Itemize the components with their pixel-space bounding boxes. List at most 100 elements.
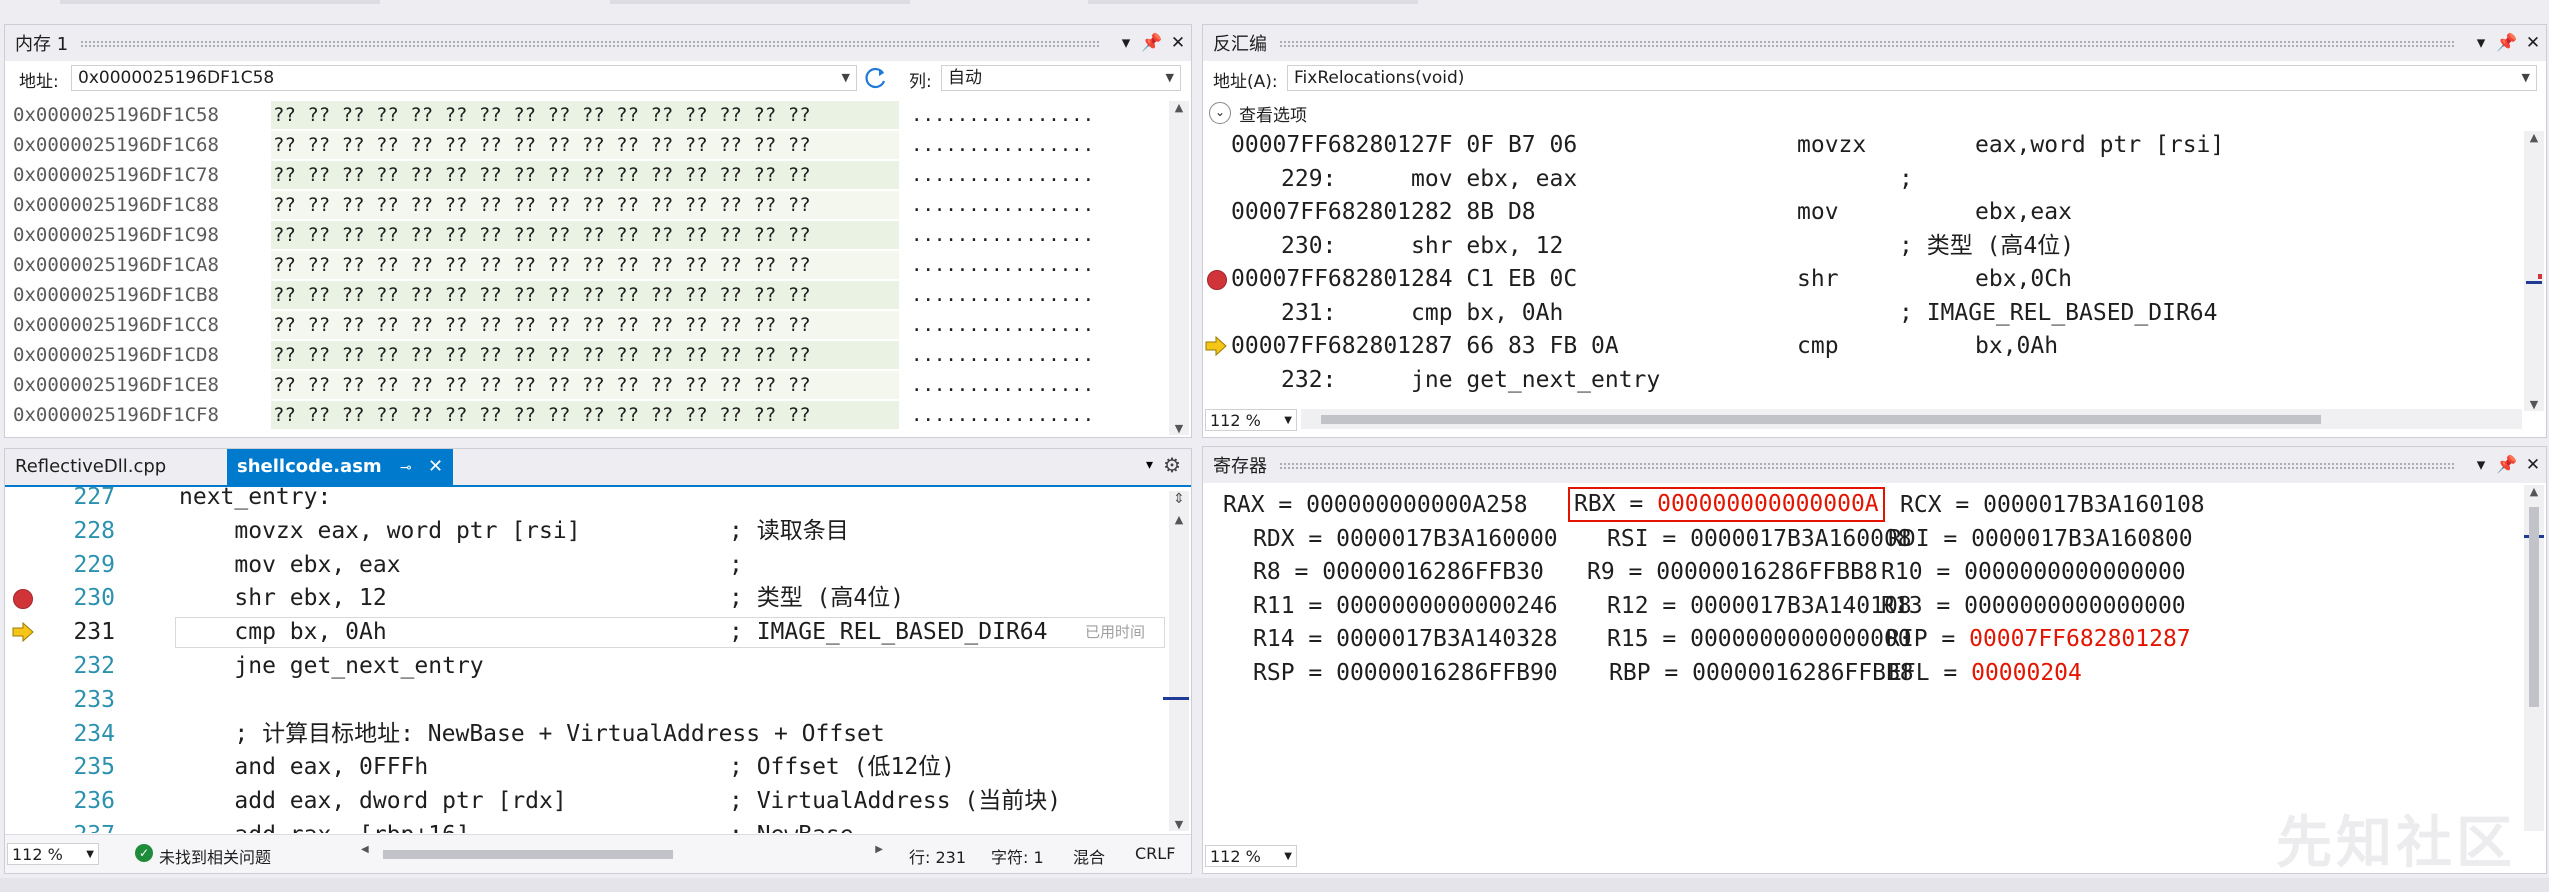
memory-ascii[interactable]: ................ [911, 130, 1094, 160]
register-value[interactable]: 0000017B3A160008 [1690, 526, 1912, 552]
code-text[interactable]: and eax, 0FFFh [179, 751, 428, 784]
register-cell[interactable]: RSP = 00000016286FFB90 [1253, 657, 1558, 690]
eol-indicator[interactable]: CRLF [1135, 844, 1175, 863]
memory-ascii[interactable]: ................ [911, 100, 1094, 130]
memory-ascii[interactable]: ................ [911, 190, 1094, 220]
scroll-right-icon[interactable]: ▶ [875, 844, 883, 855]
issues-status[interactable]: 未找到相关问题 [159, 844, 271, 868]
memory-ascii[interactable]: ................ [911, 400, 1094, 430]
chevron-down-icon[interactable]: ▼ [2522, 66, 2530, 90]
register-value[interactable]: 0000000000000246 [1336, 593, 1558, 619]
register-cell[interactable]: RSI = 0000017B3A160008 [1607, 523, 1912, 556]
hscroll-thumb[interactable] [1321, 415, 2321, 424]
register-value[interactable]: 00000204 [1971, 660, 2082, 686]
code-text[interactable]: jne get_next_entry [179, 650, 483, 683]
scroll-up-icon[interactable]: ▲ [2524, 485, 2544, 498]
close-icon[interactable]: ✕ [1165, 33, 1191, 53]
memory-hex[interactable]: ?? ?? ?? ?? ?? ?? ?? ?? ?? ?? ?? ?? ?? ?… [273, 280, 811, 310]
chevron-down-icon[interactable]: ▾ [2468, 455, 2494, 475]
code-text[interactable]: mov ebx, eax [179, 549, 400, 582]
close-icon[interactable]: ✕ [2520, 455, 2546, 475]
register-cell[interactable]: R10 = 0000000000000000 [1881, 556, 2186, 589]
editor-hscroll[interactable]: ◀ ▶ [361, 844, 883, 864]
scroll-up-icon[interactable]: ▲ [2524, 131, 2544, 144]
scroll-down-icon[interactable]: ▼ [1169, 818, 1189, 831]
register-cell[interactable]: R9 = 00000016286FFBB8 [1587, 556, 1878, 589]
close-icon[interactable]: ✕ [2520, 33, 2546, 53]
register-value[interactable]: 0000017B3A160108 [1983, 492, 2205, 518]
chevron-down-icon[interactable]: ▾ [1146, 457, 1153, 473]
disasm-vscroll[interactable]: ▲ ▼ [2524, 131, 2544, 411]
register-value[interactable]: 0000000000000000 [1964, 593, 2186, 619]
memory-ascii[interactable]: ................ [911, 310, 1094, 340]
memory-hex[interactable]: ?? ?? ?? ?? ?? ?? ?? ?? ?? ?? ?? ?? ?? ?… [273, 100, 811, 130]
pin-icon[interactable]: 📌 [2494, 455, 2520, 475]
register-value[interactable]: 00000016286FFB30 [1322, 559, 1544, 585]
code-text[interactable]: movzx eax, word ptr [rsi] [179, 515, 580, 548]
register-value[interactable]: 00000016286FFBB8 [1656, 559, 1878, 585]
memory-hex[interactable]: ?? ?? ?? ?? ?? ?? ?? ?? ?? ?? ?? ?? ?? ?… [273, 400, 811, 430]
register-cell[interactable]: R15 = 0000000000000000 [1607, 623, 1912, 656]
disasm-address-input[interactable]: FixRelocations(void) ▼ [1287, 65, 2537, 91]
memory-hex[interactable]: ?? ?? ?? ?? ?? ?? ?? ?? ?? ?? ?? ?? ?? ?… [273, 160, 811, 190]
scroll-down-icon[interactable]: ▼ [1169, 422, 1189, 435]
register-value[interactable]: 0000017B3A140328 [1336, 626, 1558, 652]
code-text[interactable]: add eax, dword ptr [rdx] [179, 785, 566, 818]
register-value[interactable]: 0000000000000000 [1964, 559, 2186, 585]
register-value[interactable]: 000000000000A258 [1306, 492, 1528, 518]
scroll-down-icon[interactable]: ▼ [2524, 398, 2544, 411]
toolbar-combo-1[interactable] [60, 0, 380, 4]
scroll-up-icon[interactable]: ▲ [1169, 101, 1189, 114]
register-cell[interactable]: RCX = 0000017B3A160108 [1900, 489, 2205, 522]
pin-icon[interactable]: 📌 [1139, 33, 1165, 53]
register-value[interactable]: 0000017B3A140108 [1690, 593, 1912, 619]
register-cell[interactable]: R14 = 0000017B3A140328 [1253, 623, 1558, 656]
memory-hex[interactable]: ?? ?? ?? ?? ?? ?? ?? ?? ?? ?? ?? ?? ?? ?… [273, 310, 811, 340]
drag-grip[interactable] [80, 39, 1101, 47]
split-icon[interactable]: ⇕ [1169, 491, 1189, 507]
register-value[interactable]: 000000000000000A [1657, 491, 1879, 517]
code-text[interactable]: cmp bx, 0Ah [179, 616, 386, 649]
toolbar-combo-2[interactable] [610, 0, 910, 4]
register-value[interactable]: 00007FF682801287 [1969, 626, 2191, 652]
refresh-icon[interactable] [863, 65, 889, 91]
scroll-left-icon[interactable]: ◀ [361, 844, 369, 855]
memory-ascii[interactable]: ................ [911, 280, 1094, 310]
register-cell[interactable]: RAX = 000000000000A258 [1223, 489, 1528, 522]
register-cell[interactable]: EFL = 00000204 [1888, 657, 2082, 690]
chevron-down-icon[interactable]: ▾ [1113, 33, 1139, 53]
memory-ascii[interactable]: ................ [911, 250, 1094, 280]
gear-icon[interactable]: ⚙ [1163, 453, 1181, 477]
editor-vscroll[interactable]: ⇕ ▲ ▼ [1163, 491, 1189, 831]
mixed-indicator[interactable]: 混合 [1073, 844, 1105, 868]
memory-ascii[interactable]: ................ [911, 340, 1094, 370]
memory-hex[interactable]: ?? ?? ?? ?? ?? ?? ?? ?? ?? ?? ?? ?? ?? ?… [273, 220, 811, 250]
chevron-down-icon[interactable]: ▾ [2468, 33, 2494, 53]
memory-hex[interactable]: ?? ?? ?? ?? ?? ?? ?? ?? ?? ?? ?? ?? ?? ?… [273, 250, 811, 280]
registers-vscroll[interactable]: ▲ [2524, 485, 2544, 831]
memory-hex[interactable]: ?? ?? ?? ?? ?? ?? ?? ?? ?? ?? ?? ?? ?? ?… [273, 370, 811, 400]
register-value[interactable]: 0000017B3A160000 [1336, 526, 1558, 552]
line-indicator[interactable]: 行: 231 [909, 844, 966, 868]
memory-hex[interactable]: ?? ?? ?? ?? ?? ?? ?? ?? ?? ?? ?? ?? ?? ?… [273, 340, 811, 370]
chevron-down-icon[interactable]: ▼ [1166, 66, 1174, 90]
register-value[interactable]: 0000000000000000 [1690, 626, 1912, 652]
register-cell-highlighted[interactable]: RBX = 000000000000000A [1568, 487, 1885, 522]
register-value[interactable]: 0000017B3A160800 [1971, 526, 2193, 552]
register-value[interactable]: 00000016286FFBB8 [1692, 660, 1914, 686]
memory-hex[interactable]: ?? ?? ?? ?? ?? ?? ?? ?? ?? ?? ?? ?? ?? ?… [273, 190, 811, 220]
register-cell[interactable]: RIP = 00007FF682801287 [1886, 623, 2191, 656]
register-cell[interactable]: RDX = 0000017B3A160000 [1253, 523, 1558, 556]
memory-address-input[interactable]: 0x0000025196DF1C58 ▼ [71, 65, 857, 91]
code-text[interactable]: shr ebx, 12 [179, 582, 386, 615]
register-cell[interactable]: RDI = 0000017B3A160800 [1888, 523, 2193, 556]
tab-reflectivedll[interactable]: ReflectiveDll.cpp [5, 449, 176, 485]
pin-icon[interactable]: ⊸ [400, 460, 412, 476]
close-icon[interactable]: ✕ [428, 456, 443, 477]
editor-zoom[interactable]: 112 % ▼ [7, 843, 99, 865]
code-text[interactable]: add rax, [rbp+16] [179, 819, 469, 833]
toolbar-combo-3[interactable] [1088, 0, 1418, 4]
code-text[interactable]: next_entry: [179, 487, 331, 514]
register-cell[interactable]: R12 = 0000017B3A140108 [1607, 590, 1912, 623]
memory-ascii[interactable]: ................ [911, 160, 1094, 190]
